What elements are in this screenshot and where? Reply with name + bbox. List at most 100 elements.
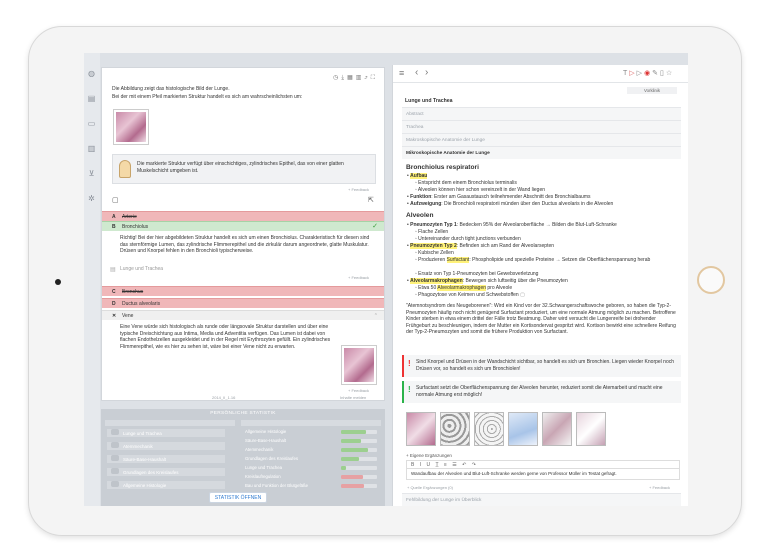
explanation-b: Richtig! Bei der hier abgebildeten Struk… (120, 235, 370, 254)
list-button[interactable]: ≡ (444, 462, 449, 468)
answer-label: Arterie (122, 214, 137, 220)
reader-panel: ≡ ‹ › T▷▷◉✎▯☆ Vorklinik Lunge und Trache… (392, 65, 688, 506)
hint-feedback-link[interactable]: + Feedback (348, 187, 369, 192)
stats-bar-fill (341, 457, 359, 461)
answer-e-feedback[interactable]: + Feedback (348, 388, 369, 393)
question-panel: ◷⤓▦▥⤴⛶ Die Abbildung zeigt das histologi… (101, 67, 385, 401)
redo-button[interactable]: ↷ (472, 462, 478, 468)
answer-label: Bronchus (122, 289, 144, 295)
olist-button[interactable]: ☰ (452, 462, 458, 468)
stats-left-item[interactable]: Lunge und Trachea (107, 429, 225, 437)
forward-icon[interactable]: › (425, 67, 428, 78)
stats-right-label: Grundlagen des Kreislaufes (245, 456, 299, 461)
chart-icon[interactable]: ▥ (87, 144, 96, 153)
undo-button[interactable]: ↶ (462, 462, 468, 468)
pointer-icon[interactable]: ⇱ (368, 196, 374, 204)
stats-right-label: Kreislaufregulation (245, 474, 281, 479)
highlight-icon[interactable]: ▷ (629, 70, 636, 77)
atemnot-paragraph: "Atemnotsyndrom des Neugeborenen": Wird … (406, 303, 676, 335)
stats-title: PERSÖNLICHE STATISTIK (210, 411, 276, 416)
gallery-image[interactable] (576, 412, 606, 446)
own-additions-label[interactable]: + Eigene Ergänzungen (406, 453, 452, 458)
answer-a[interactable]: A Arterie (102, 211, 384, 221)
reader-toolbar: ≡ ‹ › T▷▷◉✎▯☆ (393, 65, 688, 83)
explanation-e: Eine Vene würde sich histologisch als ru… (120, 324, 331, 350)
pneumo-typ1-item: ◦ Untereinander durch tight junctions ve… (415, 236, 521, 242)
heading-bronchiolus: Bronchiolus respiratori (406, 164, 479, 171)
stats-left-item[interactable]: Allgemeine Histologie (107, 481, 225, 489)
pneumo-typ2-item: ◦ Kubische Zellen (415, 250, 454, 256)
section-abstract[interactable]: Abstract (402, 107, 681, 120)
section-mikroskopisch[interactable]: Mikroskopische Anatomie der Lunge (402, 146, 681, 159)
bronch-funktion: • Funktion: Erster am Gasaustausch teiln… (407, 194, 591, 200)
image-strip (406, 412, 606, 446)
answer-label: Vene (122, 313, 134, 319)
grid-icon[interactable]: ▦ (347, 75, 356, 81)
gallery-image[interactable] (440, 412, 470, 446)
question-id: 2014_II_1.16 (212, 395, 236, 400)
underline-button[interactable]: U (427, 462, 433, 468)
gallery-image[interactable] (474, 412, 504, 446)
answer-letter: C (112, 289, 116, 295)
am-item: ◦ Phagozytose von Keimen und Schwebstoff… (415, 292, 525, 298)
document-icon: ▤ (110, 267, 116, 273)
globe-icon[interactable]: ◍ (87, 69, 96, 78)
section-trachea[interactable]: Trachea (402, 120, 681, 133)
gallery-image[interactable] (406, 412, 436, 446)
back-icon[interactable]: ‹ (415, 67, 418, 78)
italic-button[interactable]: I (420, 462, 423, 468)
answer-b-feedback[interactable]: + Feedback (348, 275, 369, 280)
vein-thumbnail[interactable] (341, 345, 377, 385)
cart-icon[interactable]: ⊻ (87, 169, 96, 178)
open-statistics-button[interactable]: STATISTIK ÖFFNEN (209, 492, 267, 503)
badge-vorklinik: Vorklinik (627, 87, 677, 94)
section-makroskopisch[interactable]: Makroskopische Anatomie der Lunge (402, 133, 681, 146)
menu-icon[interactable]: ≡ (399, 68, 404, 78)
answer-letter: B (112, 224, 116, 230)
left-rail: ◍ ▤ ▭ ▥ ⊻ ✲ (84, 53, 100, 506)
stats-right-label: Atemmechanik (245, 447, 274, 452)
textcolor-button[interactable]: T̲ (435, 462, 440, 468)
home-button[interactable] (697, 266, 725, 294)
play-icon[interactable]: ▷ (637, 70, 644, 77)
bold-button[interactable]: B (411, 462, 416, 468)
stats-bar-fill (341, 475, 363, 479)
chevron-up-icon[interactable]: ⌃ (374, 311, 378, 321)
reader-tools: T▷▷◉✎▯☆ (623, 69, 674, 77)
report-link[interactable]: Inhalte melden (340, 395, 366, 400)
stats-right-label: Säure-Base-Haushalt (245, 438, 287, 443)
mark-icon[interactable]: ◉ (644, 70, 652, 77)
fullscreen-icon[interactable]: ⛶ (371, 75, 378, 81)
pen-icon[interactable]: ✎ (652, 70, 660, 77)
gallery-image[interactable] (542, 412, 572, 446)
histology-thumbnail[interactable] (113, 109, 149, 145)
bronch-aufbau-item: ◦ Alveolen können hier schon vereinzelt … (415, 187, 546, 193)
reader-feedback-link[interactable]: + Feedback (649, 485, 670, 490)
answer-c[interactable]: C Bronchus (102, 286, 384, 296)
sources-link[interactable]: + Quelle Ergänzungen (0) (407, 485, 453, 490)
answer-e[interactable]: ✕ Vene ⌃ (102, 310, 384, 321)
link-lunge-trachea[interactable]: Lunge und Trachea (120, 266, 163, 272)
book-icon[interactable]: ▤ (87, 94, 96, 103)
answer-b[interactable]: B Bronchiolus ✓ (102, 221, 384, 231)
comment-icon[interactable]: ▢ (520, 292, 525, 298)
stats-bar-fill (341, 439, 361, 443)
own-additions-text[interactable]: Wandaufbau der Alveolen und Blut-Luft-Sc… (406, 469, 680, 480)
stats-bar-fill (341, 484, 365, 488)
question-intro: Die Abbildung zeigt das histologische Bi… (112, 86, 230, 92)
comment-icon[interactable]: ▢ (112, 196, 119, 204)
question-prompt: Bei der mit einem Pfeil markierten Struk… (112, 94, 303, 100)
gallery-image[interactable] (508, 412, 538, 446)
stats-left-item[interactable]: Säure-Base-Haushalt (107, 455, 225, 463)
pneumo-typ2-surfactant: ◦ Produzieren Surfactant: Phospholipide … (415, 257, 651, 263)
pneumo-typ2-item: ◦ Ersatz von Typ 1-Pneumozyten bei Geweb… (415, 271, 539, 277)
section-fehlbildung[interactable]: Fehlbildung der Lunge im Überblick (402, 493, 681, 506)
answer-d[interactable]: D Ductus alveolaris (102, 298, 384, 308)
clipboard-icon[interactable]: ▭ (87, 119, 96, 128)
stats-left-item[interactable]: Grundlagen des Kreislaufes (107, 468, 225, 476)
gear-icon[interactable]: ✲ (87, 194, 96, 203)
am-item: ◦ Etwa 50 Alveolarmakrophagen pro Alveol… (415, 285, 513, 291)
stats-left-item[interactable]: Atemmechanik (107, 442, 225, 450)
star-icon[interactable]: ☆ (666, 70, 674, 77)
exclamation-icon: ! (408, 359, 411, 368)
